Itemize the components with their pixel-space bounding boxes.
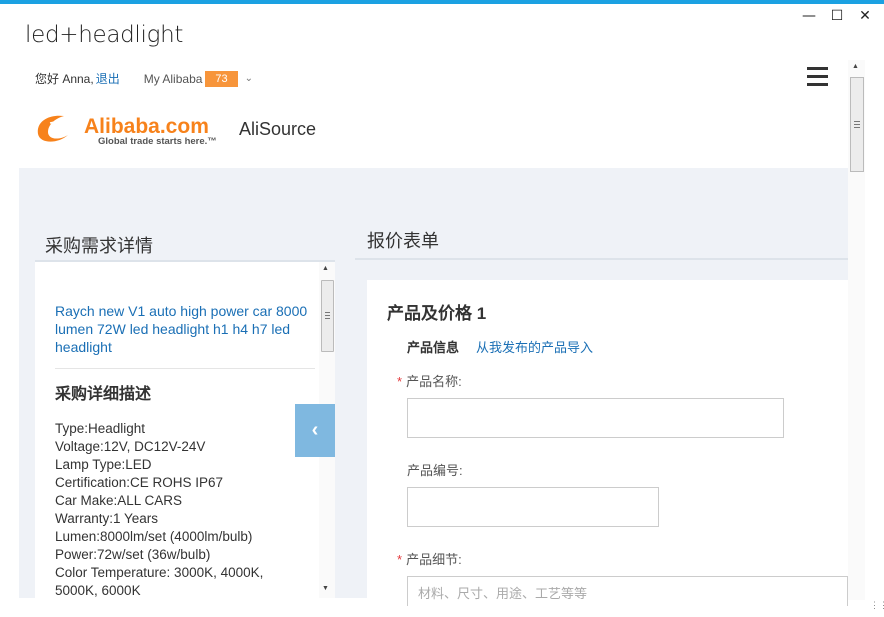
scroll-down-icon[interactable]: ▼ xyxy=(322,585,329,592)
collapse-panel-button[interactable]: ‹ xyxy=(295,404,335,457)
alibaba-logo[interactable]: Alibaba.com Global trade starts here.™ xyxy=(34,108,234,148)
spec-line: Warranty:1 Years xyxy=(55,511,159,526)
description-heading: 采购详细描述 xyxy=(55,386,152,403)
user-bar: 您好 Anna, 退出 My Alibaba 73 ⌄ xyxy=(35,70,253,87)
window-controls: — ☐ ✕ xyxy=(802,8,872,24)
quote-form-panel: 产品及价格 1 产品信息 从我发布的产品导入 * 产品名称: 产品编号: * 产品细… xyxy=(367,280,848,606)
product-name-input[interactable] xyxy=(407,398,784,438)
spec-line: Lumen:8000lm/set (4000lm/bulb) xyxy=(55,529,253,544)
notification-badge[interactable]: 73 xyxy=(205,70,238,87)
scroll-up-icon[interactable]: ▲ xyxy=(852,63,859,70)
minimize-button[interactable]: — xyxy=(802,8,816,24)
required-marker: * xyxy=(397,374,403,389)
my-alibaba-link[interactable]: My Alibaba xyxy=(144,72,203,86)
requirement-title-link[interactable]: Raych new V1 auto high power car 8000 lu… xyxy=(55,302,311,356)
spec-line: 5000K, 6000K xyxy=(55,583,141,598)
spec-list: Type:Headlight Voltage:12V, DC12V-24V La… xyxy=(55,420,295,600)
window-title: led+headlight xyxy=(25,22,184,48)
resize-grip-icon[interactable]: ⋮⋮ xyxy=(870,600,884,611)
spec-line: Certification:CE ROHS IP67 xyxy=(55,475,224,490)
product-name: AliSource xyxy=(239,119,317,139)
chevron-down-icon[interactable]: ⌄ xyxy=(245,73,253,84)
scroll-up-icon[interactable]: ▲ xyxy=(322,265,329,272)
product-name-label: * 产品名称: xyxy=(397,374,462,389)
divider xyxy=(355,258,848,260)
spec-line: Voltage:12V, DC12V-24V xyxy=(55,439,206,454)
product-info-label: 产品信息 xyxy=(407,340,460,355)
logo-tagline: Global trade starts here.™ xyxy=(98,136,217,147)
product-detail-textarea[interactable]: 材料、尺寸、用途、工艺等等 xyxy=(407,576,848,606)
page-scrollbar[interactable]: ▲ xyxy=(848,60,865,600)
product-detail-label: * 产品细节: xyxy=(397,552,462,567)
quote-form-heading: 报价表单 xyxy=(367,231,439,251)
close-button[interactable]: ✕ xyxy=(858,8,872,24)
maximize-button[interactable]: ☐ xyxy=(830,8,844,24)
chevron-left-icon: ‹ xyxy=(311,419,319,441)
hamburger-menu-icon[interactable] xyxy=(807,67,828,91)
divider xyxy=(55,368,315,369)
import-products-link[interactable]: 从我发布的产品导入 xyxy=(476,337,593,356)
window-accent-bar xyxy=(0,0,884,4)
greeting-text: 您好 Anna, xyxy=(35,72,94,86)
required-marker: * xyxy=(397,552,403,567)
logout-link[interactable]: 退出 xyxy=(96,70,120,87)
spec-line: Power:72w/set (36w/bulb) xyxy=(55,547,211,562)
product-code-input[interactable] xyxy=(407,487,659,527)
scrollbar-thumb[interactable] xyxy=(321,280,334,352)
spec-line: Car Make:ALL CARS xyxy=(55,493,183,508)
spec-line: Lamp Type:LED xyxy=(55,457,152,472)
scrollbar-thumb[interactable] xyxy=(850,77,864,172)
spec-line: Color Temperature: 3000K, 4000K, xyxy=(55,565,264,580)
spec-line: Type:Headlight xyxy=(55,421,146,436)
product-code-label: 产品编号: xyxy=(407,463,463,478)
section-title: 产品及价格 1 xyxy=(387,304,487,323)
logo-wordmark: Alibaba.com xyxy=(84,115,209,138)
left-panel-heading: 采购需求详情 xyxy=(45,236,153,256)
requirement-detail-panel: Raych new V1 auto high power car 8000 lu… xyxy=(35,262,319,598)
